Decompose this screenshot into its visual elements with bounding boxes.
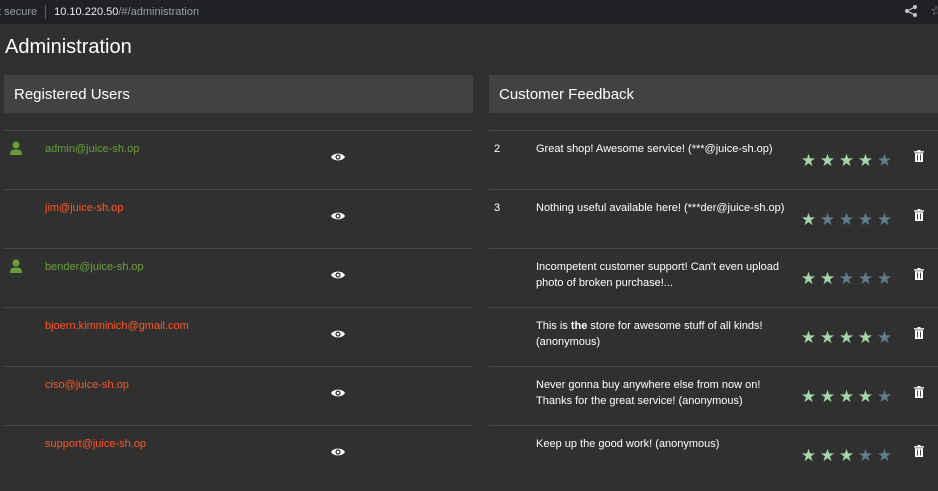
comment-bold-text: the [570, 320, 588, 332]
star-icon: ★ [857, 446, 874, 465]
url-text[interactable]: 10.10.220.50/#/administration [54, 6, 199, 18]
star-icon: ★ [800, 387, 817, 406]
feedback-comment: Incompetent customer support! Can't even… [536, 259, 796, 291]
star-icon: ★ [857, 269, 874, 288]
rating-stars: ★ ★ ★ ★ ★ [799, 328, 894, 348]
trash-icon[interactable] [914, 209, 924, 221]
page-title: Administration [5, 36, 132, 58]
star-icon: ★ [876, 446, 893, 465]
star-icon: ★ [876, 269, 893, 288]
star-icon: ★ [857, 387, 874, 406]
user-row: ciso@juice-sh.op [4, 366, 473, 425]
comment-text: Great shop! Awesome service! (***@juice-… [536, 143, 773, 155]
star-icon: ★ [800, 446, 817, 465]
feedback-row: Never gonna buy anywhere else from now o… [489, 366, 938, 425]
feedback-comment: This is the store for awesome stuff of a… [536, 318, 796, 350]
url-host: 10.10.220.50 [54, 6, 119, 18]
trash-icon[interactable] [914, 268, 924, 280]
user-row: bjoern.kimminich@gmail.com [4, 307, 473, 366]
rating-stars: ★ ★ ★ ★ ★ [799, 210, 894, 230]
feedback-user-id: 3 [494, 202, 501, 214]
comment-text: Keep up the good work! (anonymous) [536, 438, 720, 450]
star-icon: ★ [800, 210, 817, 229]
customer-feedback-header: Customer Feedback [489, 75, 938, 113]
star-icon: ★ [857, 210, 874, 229]
star-icon: ★ [857, 151, 874, 170]
comment-text: Never gonna buy anywhere else from now o… [536, 379, 761, 407]
star-icon: ★ [838, 387, 855, 406]
eye-icon[interactable] [331, 270, 345, 280]
registered-users-header: Registered Users [4, 75, 473, 113]
user-email: ciso@juice-sh.op [45, 379, 129, 391]
star-icon: ★ [876, 151, 893, 170]
user-email: bender@juice-sh.op [45, 261, 144, 273]
person-icon [10, 141, 22, 155]
customer-feedback-list: 2 Great shop! Awesome service! (***@juice… [489, 130, 938, 484]
star-icon: ★ [800, 328, 817, 347]
star-icon: ★ [857, 328, 874, 347]
browser-url-bar[interactable]: t secure 10.10.220.50/#/administration ☆ [0, 0, 938, 24]
person-icon [10, 259, 22, 273]
star-icon: ★ [838, 210, 855, 229]
comment-text: This is [536, 320, 571, 332]
user-email: support@juice-sh.op [45, 438, 147, 450]
feedback-row: This is the store for awesome stuff of a… [489, 307, 938, 366]
feedback-comment: Never gonna buy anywhere else from now o… [536, 377, 796, 409]
trash-icon[interactable] [914, 386, 924, 398]
user-email: bjoern.kimminich@gmail.com [45, 320, 189, 332]
user-email: admin@juice-sh.op [45, 143, 140, 155]
star-icon: ★ [838, 328, 855, 347]
comment-text: Incompetent customer support! Can't even… [536, 261, 780, 289]
user-row: jim@juice-sh.op [4, 189, 473, 248]
star-icon: ★ [819, 446, 836, 465]
feedback-comment: Nothing useful available here! (***der@j… [536, 200, 796, 216]
eye-icon[interactable] [331, 447, 345, 457]
star-icon: ★ [819, 387, 836, 406]
star-icon: ★ [800, 151, 817, 170]
trash-icon[interactable] [914, 327, 924, 339]
feedback-user-id: 2 [494, 143, 501, 155]
customer-feedback-title: Customer Feedback [499, 85, 635, 103]
eye-icon[interactable] [331, 329, 345, 339]
registered-users-title: Registered Users [14, 85, 130, 103]
feedback-comment: Keep up the good work! (anonymous) [536, 436, 796, 452]
rating-stars: ★ ★ ★ ★ ★ [799, 151, 894, 171]
registered-users-list: admin@juice-sh.op jim@juice-sh.op bender@j… [4, 130, 473, 484]
feedback-row: 3 Nothing useful available here! (***der@… [489, 189, 938, 248]
star-icon: ★ [800, 269, 817, 288]
user-row: bender@juice-sh.op [4, 248, 473, 307]
eye-icon[interactable] [331, 211, 345, 221]
trash-icon[interactable] [914, 445, 924, 457]
bookmark-star-icon[interactable]: ☆ [930, 3, 938, 19]
star-icon: ★ [876, 328, 893, 347]
star-icon: ★ [819, 151, 836, 170]
star-icon: ★ [819, 328, 836, 347]
security-indicator[interactable]: t secure [0, 6, 37, 18]
feedback-row: Incompetent customer support! Can't even… [489, 248, 938, 307]
eye-icon[interactable] [331, 388, 345, 398]
trash-icon[interactable] [914, 150, 924, 162]
user-row: admin@juice-sh.op [4, 130, 473, 189]
star-icon: ★ [838, 446, 855, 465]
share-icon[interactable] [904, 4, 918, 18]
rating-stars: ★ ★ ★ ★ ★ [799, 446, 894, 466]
feedback-comment: Great shop! Awesome service! (***@juice-… [536, 141, 796, 157]
feedback-row: Keep up the good work! (anonymous) ★ ★ ★ ★ ★ [489, 425, 938, 484]
user-email: jim@juice-sh.op [45, 202, 124, 214]
star-icon: ★ [838, 269, 855, 288]
user-row: support@juice-sh.op [4, 425, 473, 484]
eye-icon[interactable] [331, 152, 345, 162]
feedback-row: 2 Great shop! Awesome service! (***@juice… [489, 130, 938, 189]
star-icon: ★ [876, 210, 893, 229]
rating-stars: ★ ★ ★ ★ ★ [799, 269, 894, 289]
url-path: /#/administration [118, 6, 200, 18]
url-separator [45, 5, 47, 19]
star-icon: ★ [876, 387, 893, 406]
star-icon: ★ [819, 210, 836, 229]
rating-stars: ★ ★ ★ ★ ★ [799, 387, 894, 407]
star-icon: ★ [838, 151, 855, 170]
star-icon: ★ [819, 269, 836, 288]
comment-text: Nothing useful available here! (***der@j… [536, 202, 785, 214]
